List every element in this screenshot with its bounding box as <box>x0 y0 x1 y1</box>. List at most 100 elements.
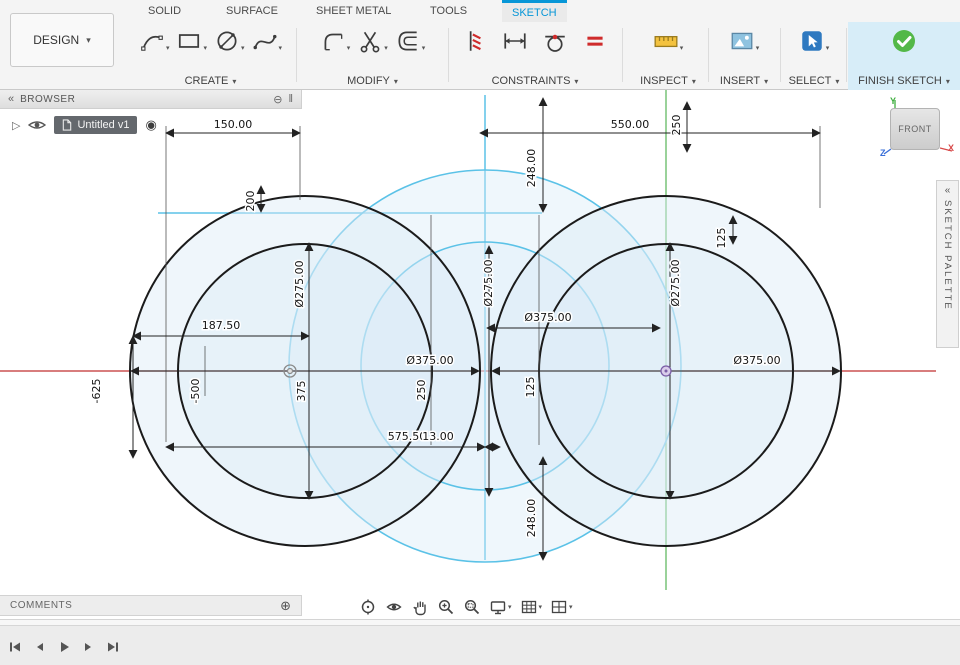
dimension-label[interactable]: Ø275.00 <box>668 258 684 308</box>
expand-node-icon[interactable]: ▷ <box>12 119 20 132</box>
insert-menu-button[interactable]: INSERT ▾ <box>720 75 768 87</box>
tab-solid[interactable]: SOLID <box>138 0 191 22</box>
zoom-button[interactable] <box>434 596 458 618</box>
go-to-start-icon <box>10 642 20 651</box>
dimension-label[interactable]: Ø375.00 <box>732 353 782 369</box>
dimension-label[interactable]: 250 <box>414 378 430 402</box>
comments-bar[interactable]: COMMENTS ⊕ <box>0 595 302 616</box>
display-settings-icon <box>490 600 506 614</box>
group-label-text: INSERT <box>719 75 761 87</box>
activate-component-icon[interactable]: ◉ <box>145 117 156 133</box>
dimension-label[interactable]: 375 <box>294 379 310 403</box>
tangent-constraint-button[interactable] <box>540 26 570 56</box>
dimension-label[interactable]: 187.50 <box>200 318 242 334</box>
group-modify: ▾ ▾ ▾ MODIFY ▾ <box>300 22 445 90</box>
dimension-label[interactable]: 125 <box>714 226 730 250</box>
tab-surface[interactable]: SURFACE <box>216 0 288 22</box>
dimension-label[interactable]: 13.00 <box>421 429 456 445</box>
dimension-label[interactable]: 550.00 <box>609 117 651 133</box>
rectangle-tool-button[interactable]: ▾ <box>174 26 209 56</box>
comments-label: COMMENTS <box>10 600 73 611</box>
grid-settings-button[interactable]: ▾ <box>517 596 546 618</box>
viewcube[interactable]: FRONT Y X Z <box>874 96 960 168</box>
dimension-label[interactable]: Ø375.00 <box>405 353 455 369</box>
dimension-label[interactable]: 125 <box>523 375 539 399</box>
collapse-panel-icon[interactable]: « <box>8 93 14 105</box>
inspect-menu-button[interactable]: INSPECT ▾ <box>640 75 696 87</box>
expand-palette-icon[interactable]: « <box>945 185 951 196</box>
timeline-go-start-button[interactable] <box>6 638 26 655</box>
visibility-eye-icon[interactable] <box>28 119 47 131</box>
pan-button[interactable] <box>408 596 432 618</box>
modify-menu-button[interactable]: MODIFY ▾ <box>347 75 398 87</box>
dimension-label[interactable]: 200 <box>243 189 259 213</box>
fillet-tool-button[interactable]: ▾ <box>318 26 353 56</box>
dimension-label[interactable]: -500 <box>188 377 204 405</box>
spline-tool-button[interactable]: ▾ <box>250 26 285 56</box>
group-label-text: FINISH SKETCH <box>858 75 942 87</box>
timeline-step-back-button[interactable] <box>30 638 50 655</box>
equal-constraint-button[interactable] <box>580 26 610 56</box>
tab-label: SOLID <box>148 5 182 17</box>
dimension-constraint-button[interactable] <box>500 26 530 56</box>
add-comment-icon[interactable]: ⊕ <box>280 598 291 614</box>
select-tool-button[interactable]: ▾ <box>797 26 832 56</box>
constraints-menu-button[interactable]: CONSTRAINTS ▾ <box>492 75 579 87</box>
remove-panel-icon[interactable]: ⊖ <box>273 93 282 106</box>
trim-tool-button[interactable]: ▾ <box>355 26 390 56</box>
dimension-label[interactable]: Ø275.00 <box>481 258 497 308</box>
look-at-button[interactable] <box>382 596 406 618</box>
dimension-label[interactable]: -625 <box>89 377 105 405</box>
group-label-text: SELECT <box>788 75 832 87</box>
dimension-label[interactable]: Ø375.00 <box>523 310 573 326</box>
rectangle-tool-icon <box>179 34 200 48</box>
dimension-label[interactable]: 150.00 <box>212 117 254 133</box>
display-settings-button[interactable]: ▾ <box>486 596 515 618</box>
dimension-label[interactable]: 248.00 <box>524 497 540 539</box>
select-menu-button[interactable]: SELECT ▾ <box>789 75 840 87</box>
viewports-button[interactable]: ▾ <box>547 596 576 618</box>
orbit-button[interactable] <box>356 596 380 618</box>
pan-hand-icon <box>413 601 426 615</box>
tab-sheet-metal[interactable]: SHEET METAL <box>306 0 401 22</box>
viewcube-front-face[interactable]: FRONT <box>890 108 940 150</box>
sketch-canvas[interactable]: 150.00 550.00 250 248.00 200 125 Ø275.00… <box>0 90 960 619</box>
tab-label: TOOLS <box>430 5 468 17</box>
tab-sketch[interactable]: SKETCH <box>502 0 567 22</box>
dimension-label[interactable]: 248.00 <box>524 147 540 189</box>
circle-tool-button[interactable]: ▾ <box>212 26 247 56</box>
coincident-constraint-button[interactable] <box>460 26 490 56</box>
ribbon-divider <box>708 28 709 82</box>
line-tool-button[interactable]: ▾ <box>137 26 172 56</box>
timeline-go-end-button[interactable] <box>102 638 122 655</box>
tangent-constraint-icon <box>545 34 565 52</box>
dimension-label[interactable]: 575.50 <box>386 429 428 445</box>
group-inspect: ▾ INSPECT ▾ <box>628 22 708 90</box>
browser-panel-header[interactable]: « BROWSER ⊖ ‖ <box>0 90 302 109</box>
measure-tool-button[interactable]: ▾ <box>651 26 686 56</box>
dimension-label[interactable]: Ø275.00 <box>292 259 308 309</box>
offset-tool-button[interactable]: ▾ <box>393 26 428 56</box>
tab-label: SURFACE <box>226 5 278 17</box>
create-menu-button[interactable]: CREATE ▾ <box>185 75 237 87</box>
caret-down-icon: ▾ <box>691 76 696 86</box>
finish-sketch-button[interactable] <box>889 26 919 56</box>
look-at-icon <box>386 603 402 610</box>
tab-tools[interactable]: TOOLS <box>420 0 477 22</box>
zoom-window-button[interactable] <box>460 596 484 618</box>
panel-grip-icon[interactable]: ‖ <box>288 93 293 105</box>
timeline-bar <box>0 625 960 665</box>
insert-image-button[interactable]: ▾ <box>727 26 762 56</box>
spline-tool-icon <box>253 34 276 50</box>
document-node[interactable]: Untitled v1 <box>54 116 138 134</box>
timeline-play-button[interactable] <box>54 638 74 655</box>
viewports-icon <box>551 600 567 613</box>
group-select: ▾ SELECT ▾ <box>784 22 844 90</box>
dimension-constraint-icon <box>504 33 526 49</box>
dimension-label[interactable]: 250 <box>669 113 685 137</box>
finish-sketch-menu-button[interactable]: FINISH SKETCH ▾ <box>858 75 950 87</box>
timeline-step-forward-button[interactable] <box>78 638 98 655</box>
caret-down-icon: ▾ <box>241 45 245 52</box>
sketch-palette-tab[interactable]: « SKETCH PALETTE <box>936 180 959 348</box>
design-workspace-button[interactable]: DESIGN ▾ <box>10 13 114 67</box>
